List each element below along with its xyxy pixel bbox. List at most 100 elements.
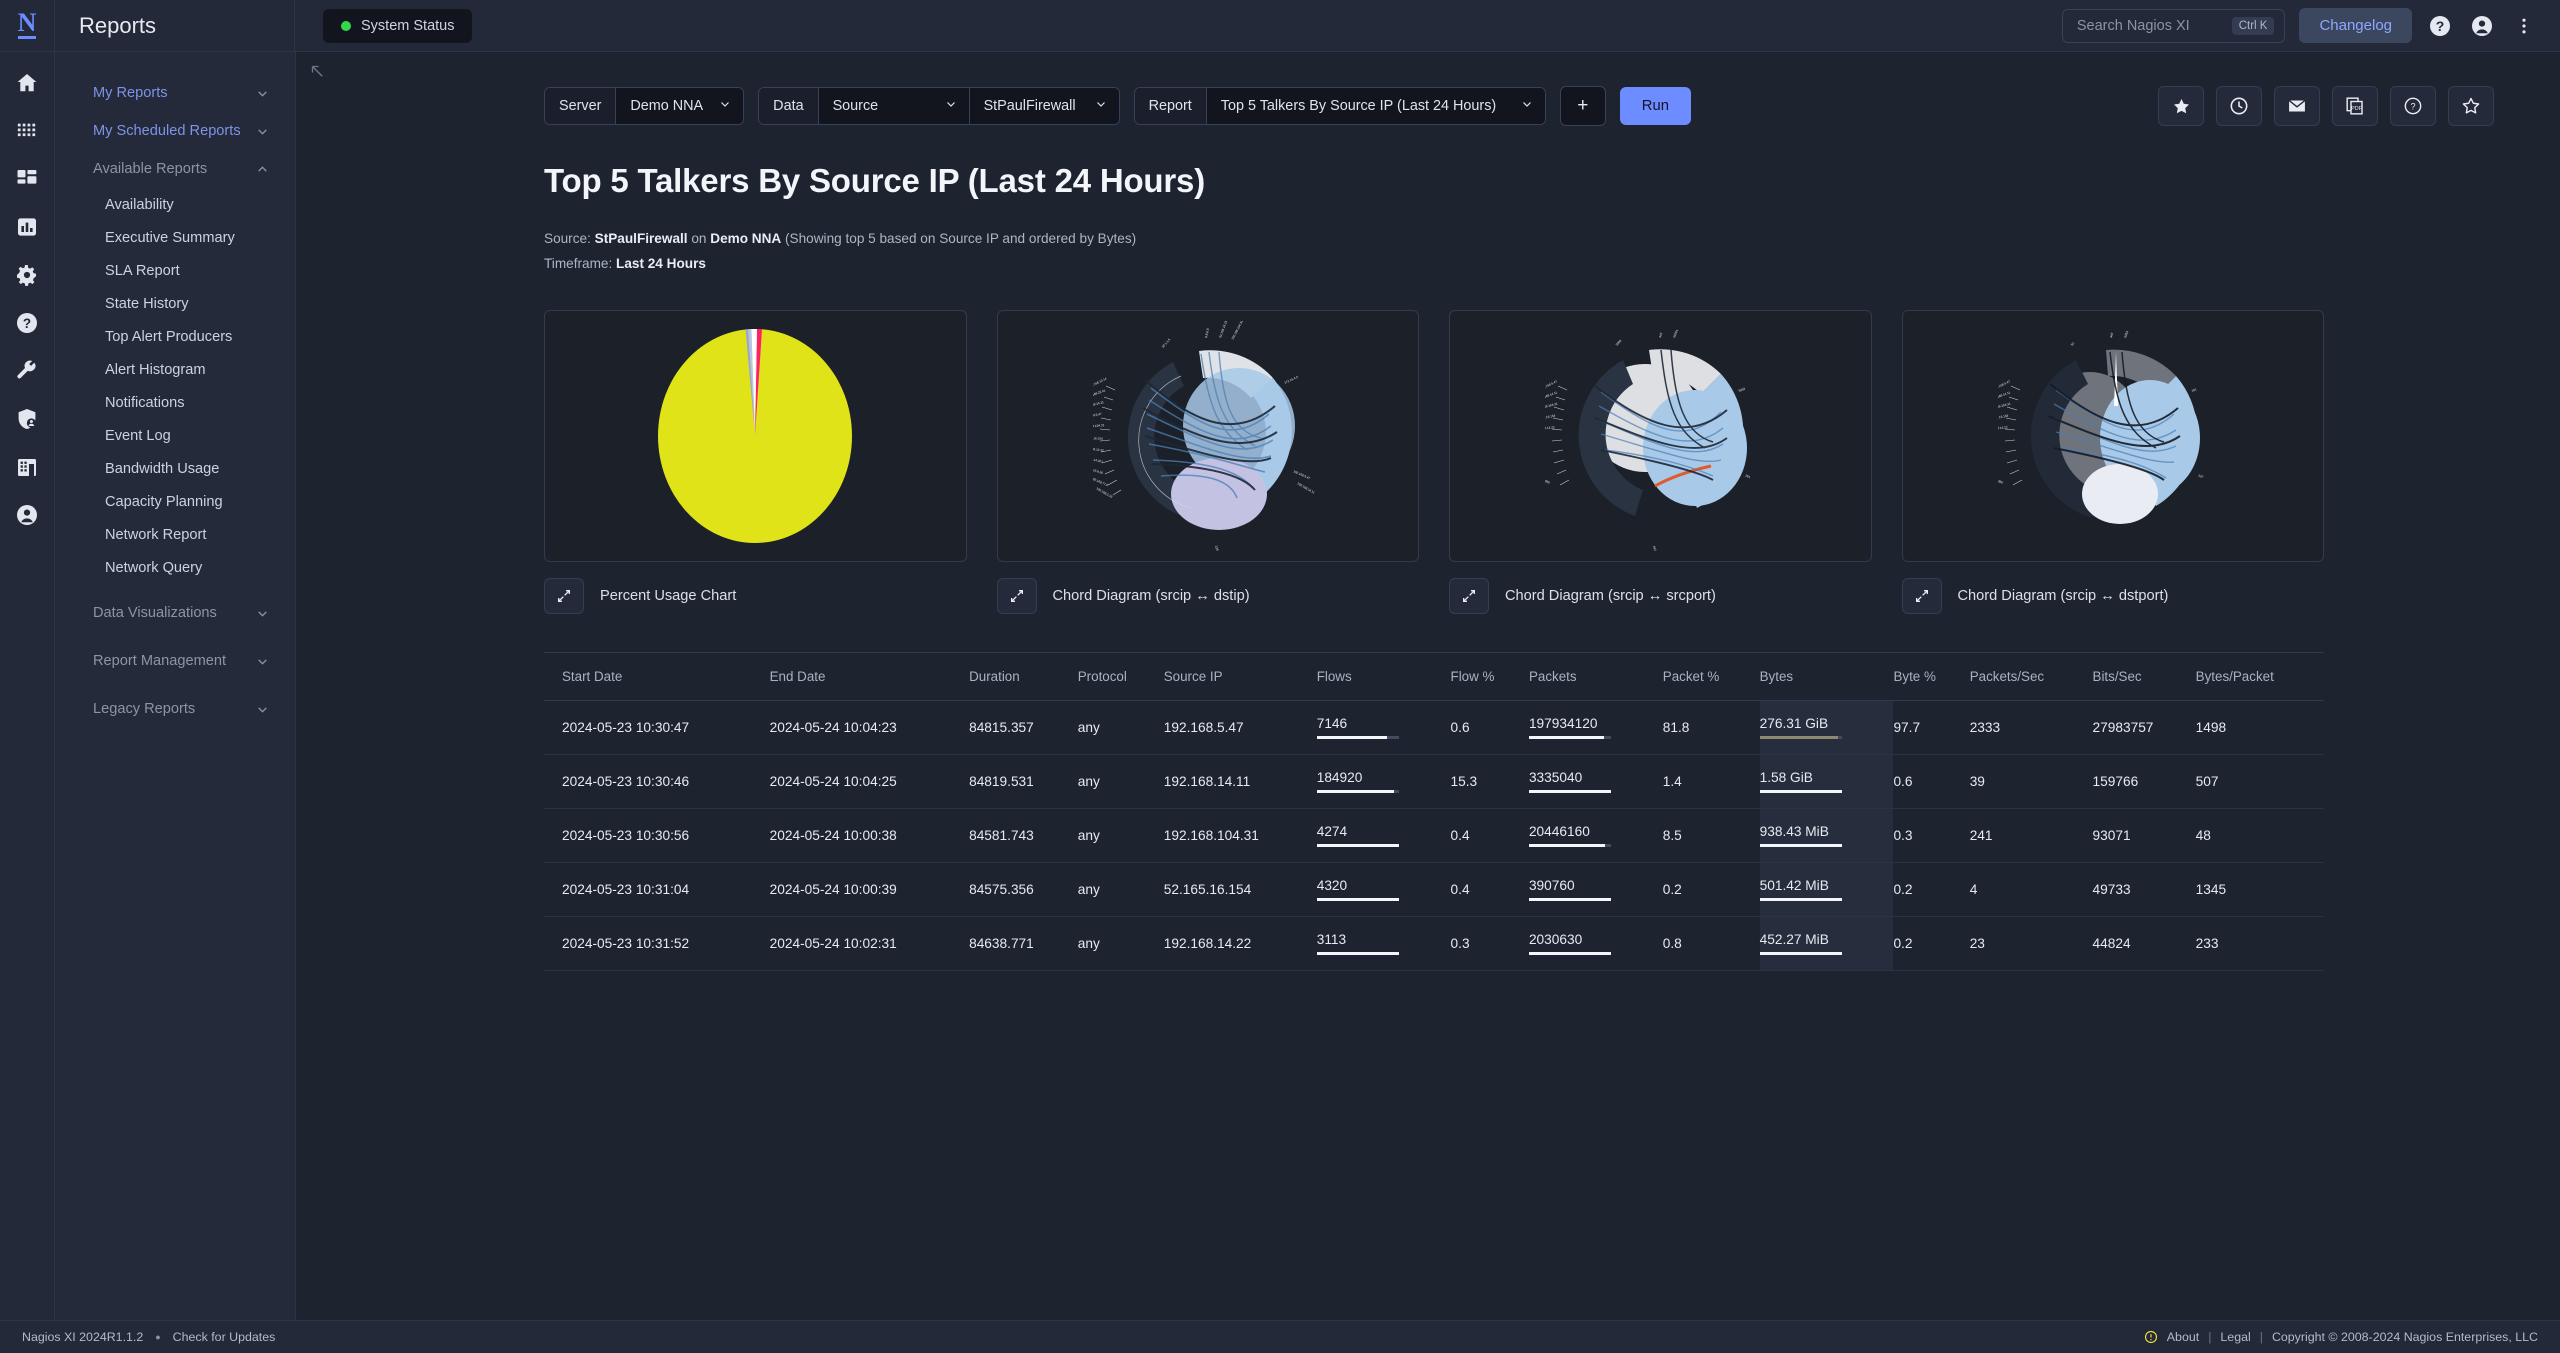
cell-end-date: 2024-05-24 10:00:39	[769, 862, 970, 918]
col-bytes-packet[interactable]: Bytes/Packet	[2195, 652, 2324, 702]
sidebar-group-label: My Reports	[93, 85, 168, 101]
col-packets[interactable]: Packets	[1528, 652, 1663, 702]
dashboard-icon[interactable]	[14, 166, 40, 192]
sidebar-item-capacity-planning[interactable]: Capacity Planning	[55, 485, 295, 518]
system-status-button[interactable]: System Status	[323, 8, 473, 43]
sidebar-item-state-history[interactable]: State History	[55, 287, 295, 320]
envelope-icon[interactable]	[2274, 86, 2320, 126]
clock-icon[interactable]	[2216, 86, 2262, 126]
col-bits-sec[interactable]: Bits/Sec	[2092, 652, 2196, 702]
cell-flows: 184920	[1316, 754, 1451, 810]
sidebar-item-event-log[interactable]: Event Log	[55, 419, 295, 452]
sidebar-item-top-alert-producers[interactable]: Top Alert Producers	[55, 320, 295, 353]
pdf-copy-icon[interactable]: PDF	[2332, 86, 2378, 126]
account-circle-icon[interactable]	[2468, 12, 2496, 40]
help-circle-icon[interactable]: ?	[14, 310, 40, 336]
sidebar-group-available-reports[interactable]: Available Reports	[55, 150, 295, 188]
building-icon[interactable]	[14, 454, 40, 480]
cell-flow-pct: 0.4	[1450, 808, 1529, 864]
collapse-arrow-icon[interactable]	[308, 62, 326, 80]
col-packet-pct[interactable]: Packet %	[1662, 652, 1760, 702]
svg-text:192.168.5.47: 192.168.5.47	[1093, 412, 1102, 419]
sidebar-item-notifications[interactable]: Notifications	[55, 386, 295, 419]
source-select[interactable]: StPaulFirewall	[968, 88, 1119, 124]
sidebar-group-my-reports[interactable]: My Reports	[55, 74, 295, 112]
report-select[interactable]: Top 5 Talkers By Source IP (Last 24 Hour…	[1206, 88, 1545, 124]
sidebar-group-data-visualizations[interactable]: Data Visualizations	[55, 594, 295, 632]
col-source-ip[interactable]: Source IP	[1163, 652, 1317, 702]
apps-grid-icon[interactable]	[14, 118, 40, 144]
svg-text:192.168.14.22: 192.168.14.22	[1545, 426, 1555, 432]
col-byte-pct[interactable]: Byte %	[1893, 652, 1970, 702]
home-icon[interactable]	[14, 70, 40, 96]
gear-icon[interactable]	[14, 262, 40, 288]
more-vertical-icon[interactable]	[2510, 12, 2538, 40]
server-select[interactable]: Demo NNA	[616, 88, 744, 124]
cell-protocol: any	[1077, 862, 1164, 918]
nagios-logo[interactable]: N	[0, 0, 55, 51]
col-packets-sec[interactable]: Packets/Sec	[1969, 652, 2093, 702]
svg-text:8.8.8.8: 8.8.8.8	[1204, 328, 1210, 338]
cell-byte-pct: 0.2	[1893, 916, 1970, 972]
about-link[interactable]: About	[2167, 1330, 2199, 1344]
col-bytes[interactable]: Bytes	[1759, 652, 1894, 702]
col-flow-pct[interactable]: Flow %	[1450, 652, 1529, 702]
star-filled-icon[interactable]	[2158, 86, 2204, 126]
top-bar: N Reports System Status Search Nagios XI…	[0, 0, 2560, 52]
check-for-updates-link[interactable]: Check for Updates	[173, 1330, 276, 1344]
star-outline-icon[interactable]	[2448, 86, 2494, 126]
sidebar-item-availability[interactable]: Availability	[55, 188, 295, 221]
status-dot-icon	[341, 20, 351, 31]
table-row[interactable]: 2024-05-23 10:31:04 2024-05-24 10:00:39 …	[544, 862, 2324, 918]
table-row[interactable]: 2024-05-23 10:30:47 2024-05-24 10:04:23 …	[544, 700, 2324, 756]
source-suffix: (Showing top 5 based on Source IP and or…	[785, 231, 1137, 246]
caption-label: Chord Diagram (srcip ↔ srcport)	[1505, 588, 1716, 605]
search-input[interactable]: Search Nagios XI Ctrl K	[2061, 8, 2286, 43]
help-circle-icon[interactable]: ?	[2426, 12, 2454, 40]
cell-flow-pct: 0.4	[1450, 862, 1529, 918]
col-flows[interactable]: Flows	[1316, 652, 1451, 702]
col-end-date[interactable]: End Date	[769, 652, 970, 702]
sidebar-group-report-management[interactable]: Report Management	[55, 642, 295, 680]
sidebar-item-network-report[interactable]: Network Report	[55, 518, 295, 551]
legal-link[interactable]: Legal	[2220, 1330, 2250, 1344]
report-meta: Source: StPaulFirewall on Demo NNA (Show…	[544, 226, 2560, 276]
data-select[interactable]: Source	[818, 88, 969, 124]
wrench-icon[interactable]	[14, 358, 40, 384]
sidebar-group-legacy-reports[interactable]: Legacy Reports	[55, 690, 295, 728]
chord-diagram: 192.168.5.47 192.168.14.11 192.168.104.3…	[1998, 331, 2204, 525]
report-filter-group: Report Top 5 Talkers By Source IP (Last …	[1133, 87, 1546, 125]
chord-diagram: 192.168.10.14 192.168.22.41 192.168.14.1…	[1093, 321, 1316, 551]
sidebar-item-executive-summary[interactable]: Executive Summary	[55, 221, 295, 254]
talkers-table-container: Start Date End Date Duration Protocol So…	[544, 652, 2560, 972]
col-start-date[interactable]: Start Date	[544, 652, 770, 702]
sidebar-item-sla-report[interactable]: SLA Report	[55, 254, 295, 287]
sidebar-item-alert-histogram[interactable]: Alert Histogram	[55, 353, 295, 386]
expand-icon[interactable]	[544, 578, 584, 615]
col-protocol[interactable]: Protocol	[1077, 652, 1164, 702]
run-button[interactable]: Run	[1619, 87, 1691, 125]
table-row[interactable]: 2024-05-23 10:31:52 2024-05-24 10:02:31 …	[544, 916, 2324, 972]
sidebar-group-my-scheduled-reports[interactable]: My Scheduled Reports	[55, 112, 295, 150]
chord-diagram-srcip-dstip-card[interactable]: 192.168.10.14 192.168.22.41 192.168.14.1…	[996, 310, 1419, 563]
help-circle-icon[interactable]: ?	[2390, 86, 2436, 126]
bar-chart-icon[interactable]	[14, 214, 40, 240]
expand-icon[interactable]	[996, 578, 1037, 615]
percent-usage-chart-card[interactable]	[544, 310, 967, 563]
sidebar-item-network-query[interactable]: Network Query	[55, 551, 295, 584]
table-row[interactable]: 2024-05-23 10:30:46 2024-05-24 10:04:25 …	[544, 754, 2324, 810]
table-row[interactable]: 2024-05-23 10:30:56 2024-05-24 10:00:38 …	[544, 808, 2324, 864]
expand-icon[interactable]	[1449, 578, 1489, 615]
pie-chart	[658, 329, 853, 544]
chord-diagram-srcip-dstport-card[interactable]: 192.168.5.47 192.168.14.11 192.168.104.3…	[1901, 310, 2324, 563]
shield-user-icon[interactable]	[14, 406, 40, 432]
cell-end-date: 2024-05-24 10:00:38	[769, 808, 970, 864]
expand-icon[interactable]	[1901, 578, 1942, 615]
col-duration[interactable]: Duration	[969, 652, 1078, 702]
add-report-button[interactable]: +	[1559, 86, 1606, 126]
chord-diagram-srcip-srcport-card[interactable]: 192.168.5.47 192.168.14.11 192.168.104.3…	[1449, 310, 1872, 563]
sidebar-item-bandwidth-usage[interactable]: Bandwidth Usage	[55, 452, 295, 485]
user-circle-icon[interactable]	[14, 502, 40, 528]
changelog-button[interactable]: Changelog	[2299, 8, 2412, 43]
svg-text:PDF: PDF	[2351, 106, 2363, 112]
